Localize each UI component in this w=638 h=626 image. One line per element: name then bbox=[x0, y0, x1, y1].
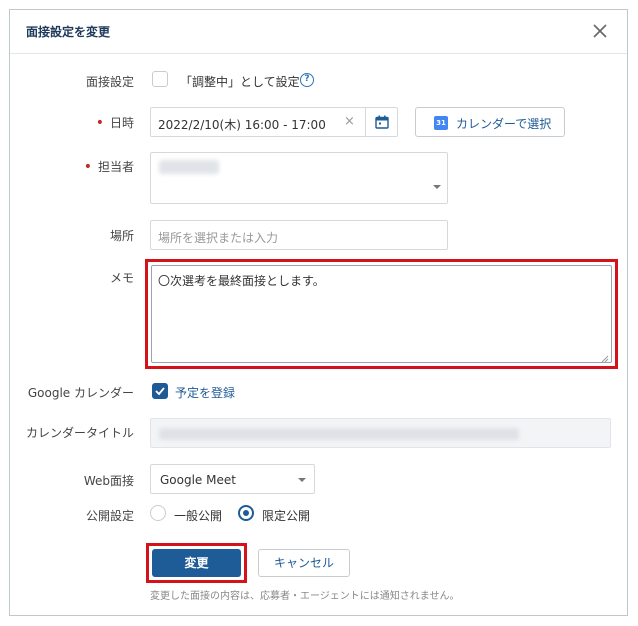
location-label: 場所 bbox=[109, 229, 134, 243]
close-icon[interactable] bbox=[591, 22, 609, 40]
adjusting-checkbox[interactable] bbox=[152, 71, 168, 87]
assignee-label-text: 担当者 bbox=[97, 160, 134, 174]
visibility-label: 公開設定 bbox=[85, 509, 134, 523]
location-placeholder: 場所を選択または入力 bbox=[158, 231, 279, 245]
chevron-down-icon bbox=[433, 185, 441, 189]
assignee-tag-redacted bbox=[159, 160, 219, 174]
radio-public-label: 一般公開 bbox=[174, 509, 223, 523]
calendar-select-button[interactable]: 31 カレンダーで選択 bbox=[415, 107, 565, 137]
radio-limited-label: 限定公開 bbox=[262, 509, 311, 523]
change-interview-dialog: 面接設定を変更 面接設定 「調整中」として設定 ? • 日時 2022/2/10(… bbox=[9, 9, 628, 616]
calendar-select-label: カレンダーで選択 bbox=[456, 117, 552, 131]
register-event-checkbox[interactable] bbox=[152, 383, 168, 399]
web-interview-value: Google Meet bbox=[160, 473, 236, 487]
divider bbox=[365, 108, 366, 136]
help-icon[interactable]: ? bbox=[300, 73, 314, 87]
datetime-input[interactable]: 2022/2/10(木) 16:00 - 17:00 × bbox=[150, 107, 398, 137]
memo-label: メモ bbox=[109, 271, 134, 285]
clear-icon[interactable]: × bbox=[344, 114, 355, 129]
interview-setting-label: 面接設定 bbox=[85, 75, 134, 89]
web-interview-select[interactable]: Google Meet bbox=[150, 464, 315, 494]
radio-limited[interactable] bbox=[238, 505, 254, 521]
cancel-button[interactable]: キャンセル bbox=[258, 549, 350, 577]
adjusting-checkbox-label: 「調整中」として設定 bbox=[180, 75, 300, 89]
submit-button[interactable]: 変更 bbox=[152, 549, 241, 577]
required-dot: • bbox=[83, 159, 92, 175]
calendar-title-input[interactable] bbox=[150, 418, 611, 448]
datetime-label: • 日時 bbox=[14, 114, 134, 131]
calendar-title-redacted bbox=[159, 428, 519, 440]
calendar-title-label: カレンダータイトル bbox=[25, 426, 134, 440]
datetime-label-text: 日時 bbox=[109, 116, 134, 130]
location-input[interactable]: 場所を選択または入力 bbox=[150, 220, 448, 250]
google-calendar-label: Google カレンダー bbox=[27, 386, 134, 400]
register-event-label: 予定を登録 bbox=[175, 386, 236, 400]
resize-handle-icon[interactable] bbox=[601, 352, 609, 363]
memo-textarea[interactable]: 〇次選考を最終面接とします。 bbox=[151, 265, 612, 363]
memo-value: 〇次選考を最終面接とします。 bbox=[158, 274, 325, 288]
calendar-icon[interactable] bbox=[375, 115, 389, 129]
notification-note: 変更した面接の内容は、応募者・エージェントには通知されません。 bbox=[150, 591, 460, 602]
chevron-down-icon bbox=[298, 478, 306, 482]
assignee-select[interactable] bbox=[150, 152, 448, 204]
datetime-value: 2022/2/10(木) 16:00 - 17:00 bbox=[158, 118, 326, 132]
web-interview-label: Web面接 bbox=[83, 474, 134, 488]
radio-public[interactable] bbox=[150, 505, 166, 521]
dialog-header: 面接設定を変更 bbox=[10, 10, 627, 54]
assignee-label: • 担当者 bbox=[14, 158, 134, 175]
google-calendar-icon: 31 bbox=[434, 116, 448, 130]
required-dot: • bbox=[95, 115, 104, 131]
dialog-title: 面接設定を変更 bbox=[26, 25, 111, 39]
